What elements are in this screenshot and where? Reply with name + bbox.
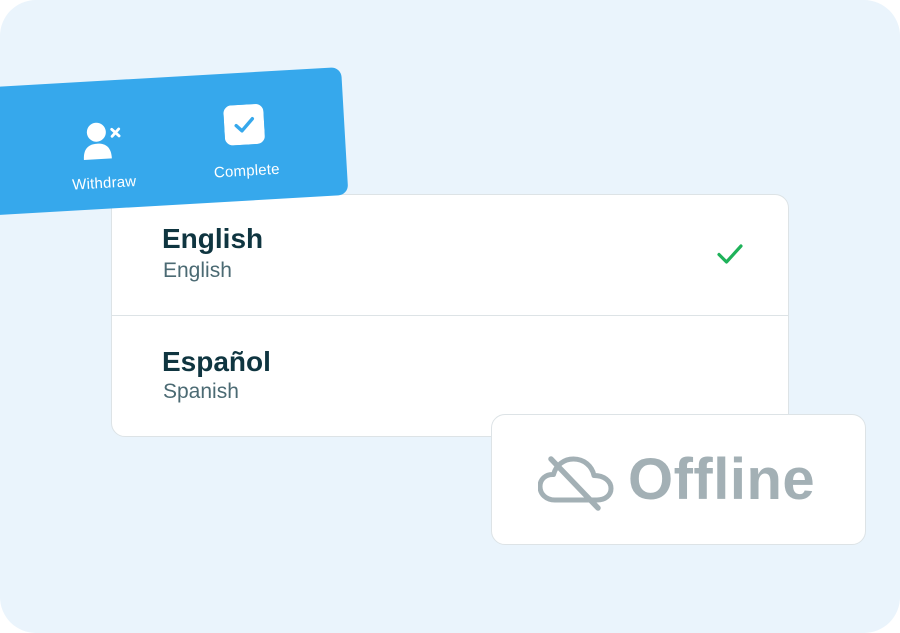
- illustration-canvas: Withdraw Complete English English Españo…: [0, 0, 900, 633]
- complete-label: Complete: [213, 160, 281, 182]
- action-bar: Withdraw Complete: [0, 67, 349, 217]
- checkmark-icon: [717, 244, 743, 264]
- language-english-name: Spanish: [163, 380, 239, 403]
- language-english-name: English: [163, 259, 232, 282]
- language-native-name: English: [162, 223, 264, 254]
- user-remove-icon: [80, 120, 124, 162]
- language-native-name: Español: [162, 346, 271, 377]
- offline-status-badge: Offline: [491, 414, 866, 545]
- cloud-off-icon: [538, 456, 614, 511]
- offline-label: Offline: [628, 447, 816, 512]
- checkbox-checked-icon: [223, 104, 265, 146]
- language-list: English English Español Spanish: [111, 194, 789, 437]
- language-option-english[interactable]: English English: [112, 195, 788, 316]
- complete-button[interactable]: Complete: [196, 70, 293, 203]
- withdraw-label: Withdraw: [71, 173, 137, 194]
- withdraw-button[interactable]: Withdraw: [56, 79, 147, 212]
